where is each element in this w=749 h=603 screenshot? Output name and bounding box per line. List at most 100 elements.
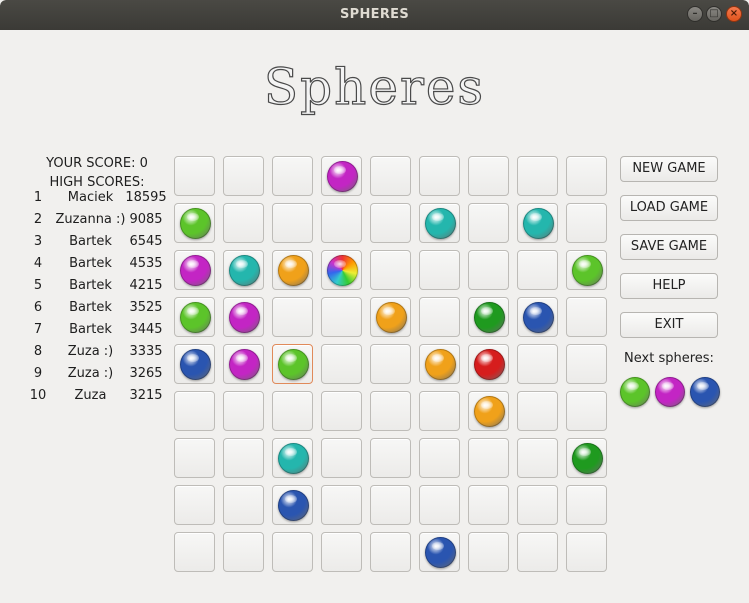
board-cell[interactable] <box>174 156 215 196</box>
maximize-icon[interactable]: □ <box>706 6 722 22</box>
board-cell[interactable] <box>517 344 558 384</box>
board-cell[interactable] <box>468 203 509 243</box>
board-cell[interactable] <box>517 250 558 290</box>
orange-sphere-icon[interactable] <box>376 302 407 333</box>
board-cell[interactable] <box>272 532 313 572</box>
board-cell[interactable] <box>370 532 411 572</box>
board-cell[interactable] <box>370 391 411 431</box>
board-cell[interactable] <box>370 344 411 384</box>
green-sphere-icon[interactable] <box>180 302 211 333</box>
board-cell[interactable] <box>468 391 509 431</box>
green-sphere-icon[interactable] <box>278 349 309 380</box>
board-cell[interactable] <box>370 203 411 243</box>
darkgreen-sphere-icon[interactable] <box>572 443 603 474</box>
rainbow-sphere-icon[interactable] <box>327 255 358 286</box>
board-cell[interactable] <box>419 297 460 337</box>
board-cell[interactable] <box>419 250 460 290</box>
board-cell[interactable] <box>419 344 460 384</box>
board-cell[interactable] <box>468 250 509 290</box>
board-cell[interactable] <box>174 438 215 478</box>
board-cell[interactable] <box>223 250 264 290</box>
board-cell[interactable] <box>321 297 362 337</box>
board-cell[interactable] <box>174 203 215 243</box>
orange-sphere-icon[interactable] <box>474 396 505 427</box>
red-sphere-icon[interactable] <box>474 349 505 380</box>
board-cell[interactable] <box>321 391 362 431</box>
board-cell[interactable] <box>566 391 607 431</box>
board-cell[interactable] <box>566 438 607 478</box>
magenta-sphere-icon[interactable] <box>229 302 260 333</box>
board-cell[interactable] <box>419 156 460 196</box>
board-cell[interactable] <box>223 438 264 478</box>
board-cell[interactable] <box>272 250 313 290</box>
board-cell[interactable] <box>419 485 460 525</box>
board-cell[interactable] <box>223 297 264 337</box>
board-cell[interactable] <box>272 156 313 196</box>
board-cell[interactable] <box>566 344 607 384</box>
board-cell[interactable] <box>174 485 215 525</box>
load-game-button[interactable]: LOAD GAME <box>620 195 718 221</box>
board-cell[interactable] <box>174 297 215 337</box>
board-cell[interactable] <box>174 391 215 431</box>
board-cell[interactable] <box>419 203 460 243</box>
cyan-sphere-icon[interactable] <box>278 443 309 474</box>
green-sphere-icon[interactable] <box>572 255 603 286</box>
board-cell[interactable] <box>223 344 264 384</box>
green-sphere-icon[interactable] <box>180 208 211 239</box>
board-cell[interactable] <box>223 203 264 243</box>
board-cell[interactable] <box>419 391 460 431</box>
board-cell[interactable] <box>370 250 411 290</box>
board-cell[interactable] <box>321 203 362 243</box>
board-cell[interactable] <box>174 532 215 572</box>
save-game-button[interactable]: SAVE GAME <box>620 234 718 260</box>
cyan-sphere-icon[interactable] <box>425 208 456 239</box>
board-cell[interactable] <box>517 391 558 431</box>
minimize-icon[interactable]: – <box>687 6 703 22</box>
board-cell[interactable] <box>468 156 509 196</box>
board-cell[interactable] <box>517 438 558 478</box>
board-cell[interactable] <box>370 485 411 525</box>
orange-sphere-icon[interactable] <box>425 349 456 380</box>
board-cell[interactable] <box>468 297 509 337</box>
board-cell[interactable] <box>272 438 313 478</box>
magenta-sphere-icon[interactable] <box>229 349 260 380</box>
board-cell[interactable] <box>517 485 558 525</box>
board-cell[interactable] <box>321 344 362 384</box>
help-button[interactable]: HELP <box>620 273 718 299</box>
magenta-sphere-icon[interactable] <box>180 255 211 286</box>
board-cell[interactable] <box>566 250 607 290</box>
board-cell[interactable] <box>174 250 215 290</box>
board-cell[interactable] <box>517 532 558 572</box>
board-cell[interactable] <box>566 485 607 525</box>
board-cell[interactable] <box>370 438 411 478</box>
board-cell[interactable] <box>223 156 264 196</box>
blue-sphere-icon[interactable] <box>180 349 211 380</box>
new-game-button[interactable]: NEW GAME <box>620 156 718 182</box>
close-icon[interactable]: × <box>726 6 742 22</box>
board-cell[interactable] <box>321 485 362 525</box>
board-cell[interactable] <box>370 156 411 196</box>
board-cell[interactable] <box>272 391 313 431</box>
darkgreen-sphere-icon[interactable] <box>474 302 505 333</box>
magenta-sphere-icon[interactable] <box>327 161 358 192</box>
exit-button[interactable]: EXIT <box>620 312 718 338</box>
board-cell[interactable] <box>566 156 607 196</box>
title-bar[interactable]: SPHERES – □ × <box>0 0 749 30</box>
board-cell[interactable] <box>174 344 215 384</box>
board-cell[interactable] <box>321 532 362 572</box>
board-cell[interactable] <box>223 485 264 525</box>
board-cell[interactable] <box>566 532 607 572</box>
board-cell[interactable] <box>272 297 313 337</box>
board-cell[interactable] <box>517 203 558 243</box>
board-cell[interactable] <box>566 297 607 337</box>
board-cell[interactable] <box>468 344 509 384</box>
cyan-sphere-icon[interactable] <box>229 255 260 286</box>
board-cell[interactable] <box>468 438 509 478</box>
board-cell[interactable] <box>370 297 411 337</box>
board-cell[interactable] <box>468 485 509 525</box>
board-cell[interactable] <box>517 156 558 196</box>
blue-sphere-icon[interactable] <box>278 490 309 521</box>
blue-sphere-icon[interactable] <box>523 302 554 333</box>
board-cell[interactable] <box>223 391 264 431</box>
cyan-sphere-icon[interactable] <box>523 208 554 239</box>
